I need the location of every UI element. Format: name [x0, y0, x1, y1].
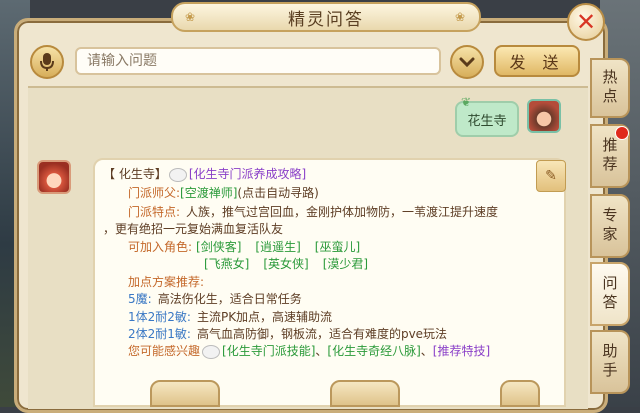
- reply-sect-label: 【 化生寺】: [103, 167, 167, 181]
- leaf-decoration-icon: ❦: [461, 95, 472, 109]
- title-bar: ❀ 精灵问答 ❀: [171, 2, 481, 32]
- reply-line-6: [飞燕女] [英女侠] [漠少君]: [204, 256, 368, 272]
- guide-book-icon[interactable]: ✎: [536, 160, 566, 192]
- special-skill-link[interactable]: [推荐特技]: [433, 344, 490, 358]
- close-icon: ✕: [575, 8, 597, 36]
- reply-line-11: 您可能感兴趣 [化生寺门派技能]、[化生寺奇经八脉]、[推荐特技]: [128, 343, 490, 359]
- reply-line-5: 可加入角色: [剑侠客] [逍遥生] [巫蛮儿]: [128, 239, 360, 255]
- role-link[interactable]: [剑侠客]: [196, 240, 241, 254]
- stat-desc: 高气血高防御，钢板流，适合有难度的pve玩法: [196, 327, 448, 341]
- reply-line-10: 2体2耐1敏: 高气血高防御，钢板流，适合有难度的pve玩法: [128, 326, 447, 342]
- tab-label: 问答: [600, 275, 619, 313]
- reply-line-3: 门派特点: 人族，推气过宫回血，金刚护体加物防，一苇渡江提升速度: [128, 204, 498, 220]
- tab-hot[interactable]: 热点: [590, 58, 630, 118]
- role-link[interactable]: [英女侠]: [263, 257, 308, 271]
- close-button[interactable]: ✕: [567, 3, 605, 41]
- title-ornament-right-icon: ❀: [454, 10, 467, 24]
- next-item-tab: [330, 380, 400, 407]
- reply-line-4: ，更有绝招一元复始满血复活队友: [103, 222, 284, 236]
- tab-assistant[interactable]: 助手: [590, 330, 630, 394]
- reply-line-2: 门派师父:[空渡禅师](点击自动寻路): [128, 185, 319, 201]
- interest-label: 您可能感兴趣: [128, 344, 201, 358]
- stat-label: 5魔:: [128, 292, 152, 306]
- pet-icon: [202, 344, 221, 359]
- tab-label: 专家: [600, 207, 619, 245]
- stat-label: 2体2耐1敏:: [128, 327, 191, 341]
- user-avatar: [527, 99, 561, 133]
- feature-label: 门派特点:: [128, 205, 181, 219]
- tab-label: 热点: [600, 69, 619, 107]
- user-message-bubble: ❦ 花生寺: [455, 95, 519, 137]
- separator: 、: [315, 344, 328, 358]
- send-button[interactable]: 发 送: [494, 45, 580, 77]
- role-link[interactable]: [飞燕女]: [204, 257, 249, 271]
- microphone-icon: [40, 53, 54, 71]
- tab-label: 推荐: [600, 137, 619, 175]
- feature-text: 人族，推气过宫回血，金刚护体加物防，一苇渡江提升速度: [186, 205, 499, 219]
- role-link[interactable]: [漠少君]: [323, 257, 368, 271]
- window-title: 精灵问答: [288, 9, 364, 30]
- master-label: 门派师父:: [128, 186, 181, 200]
- title-ornament-left-icon: ❀: [185, 10, 198, 24]
- tab-expert[interactable]: 专家: [590, 194, 630, 258]
- next-item-tab: [500, 380, 540, 407]
- reply-line-9: 1体2耐2敏: 主流PK加点，高速辅助流: [128, 309, 332, 325]
- tab-label: 助手: [600, 343, 619, 381]
- skill-link[interactable]: [化生寺门派技能]: [222, 344, 315, 358]
- npc-avatar: [37, 160, 71, 194]
- chevron-down-icon: [459, 57, 475, 67]
- pet-icon: [168, 167, 187, 182]
- role-link[interactable]: [逍遥生]: [255, 240, 300, 254]
- stat-desc: 主流PK加点，高速辅助流: [196, 310, 333, 324]
- voice-input-button[interactable]: [30, 45, 64, 79]
- roles-label: 可加入角色:: [128, 240, 193, 254]
- history-dropdown-button[interactable]: [450, 45, 484, 79]
- question-input[interactable]: [75, 47, 441, 75]
- reply-line-8: 5魔: 高法伤化生，适合日常任务: [128, 291, 302, 307]
- next-item-tab: [150, 380, 220, 407]
- master-link[interactable]: [空渡禅师]: [180, 186, 237, 200]
- reply-line-1: 【 化生寺】 [化生寺门派养成攻略]: [103, 166, 306, 182]
- user-message-text: 花生寺: [467, 113, 507, 129]
- sect-guide-link[interactable]: [化生寺门派养成攻略]: [189, 167, 306, 181]
- stat-desc: 高法伤化生，适合日常任务: [157, 292, 302, 306]
- tab-qa[interactable]: 问答: [590, 262, 630, 326]
- stat-label: 1体2耐2敏:: [128, 310, 191, 324]
- master-note: (点击自动寻路): [237, 186, 319, 200]
- role-link[interactable]: [巫蛮儿]: [315, 240, 360, 254]
- notification-dot: [615, 126, 629, 140]
- meridian-link[interactable]: [化生寺奇经八脉]: [327, 344, 420, 358]
- reply-line-7: 加点方案推荐:: [128, 275, 205, 289]
- separator: 、: [420, 344, 433, 358]
